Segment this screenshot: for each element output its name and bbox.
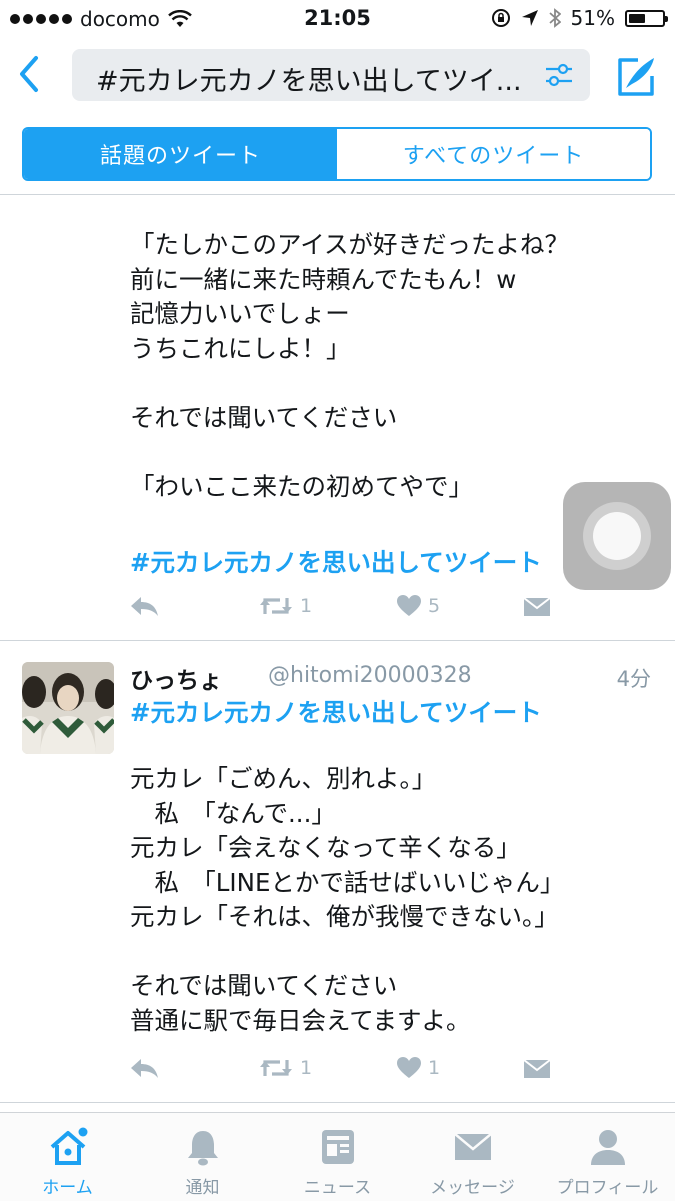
- avatar[interactable]: [22, 662, 114, 754]
- tweet-timestamp: 4分: [616, 667, 651, 691]
- bell-icon: [188, 1131, 218, 1166]
- tweet-actions: 1 5: [128, 594, 558, 626]
- tweet-divider: [0, 1102, 675, 1103]
- location-icon: [521, 10, 538, 26]
- battery-icon: [625, 9, 668, 27]
- tab-label: ニュース: [303, 1178, 372, 1198]
- dm-share-button[interactable]: [523, 1056, 551, 1080]
- tab-news[interactable]: ニュース: [270, 1113, 405, 1201]
- bluetooth-icon: [548, 8, 561, 28]
- retweet-icon: [260, 1060, 292, 1076]
- compose-icon[interactable]: [614, 54, 658, 98]
- tweet-divider: [0, 640, 675, 641]
- person-icon: [591, 1130, 625, 1165]
- reply-icon: [131, 1059, 158, 1078]
- tab-home[interactable]: ホーム: [0, 1113, 135, 1201]
- rotation-lock-icon: [491, 9, 510, 27]
- retweet-button[interactable]: 1: [258, 594, 312, 618]
- news-icon: [322, 1130, 354, 1164]
- like-count: 1: [428, 1057, 441, 1079]
- retweet-count: 1: [300, 1057, 313, 1079]
- envelope-icon: [454, 1133, 492, 1160]
- tab-top-tweets[interactable]: 話題のツイート: [24, 129, 337, 179]
- tab-label: プロフィール: [556, 1178, 659, 1198]
- tweet-body: 元カレ「ごめん、別れよ。」 私 「なんで...」 元カレ「会えなくなって辛くなる…: [130, 764, 565, 1035]
- envelope-icon: [523, 1059, 551, 1078]
- retweet-count: 1: [300, 595, 313, 617]
- tab-label: ホーム: [42, 1178, 93, 1198]
- tweet-author-handle[interactable]: @hitomi20000328: [268, 663, 472, 688]
- tweet-body: 「たしかこのアイスが好きだったよね？ 前に一緒に来た時頼んでたもん！w 記憶力い…: [130, 230, 570, 501]
- like-button[interactable]: 5: [396, 594, 440, 618]
- assistive-touch-button[interactable]: [563, 482, 671, 590]
- tweet-actions: 1 1: [128, 1056, 558, 1088]
- search-header: #元カレ元カノを思い出してツイ...: [0, 40, 675, 110]
- tab-profile[interactable]: プロフィール: [540, 1113, 675, 1201]
- retweet-icon: [260, 598, 292, 614]
- reply-button[interactable]: [128, 594, 160, 618]
- tab-all-tweets[interactable]: すべてのツイート: [337, 129, 650, 179]
- tweet-hashtag-link[interactable]: #元カレ元カノを思い出してツイート: [130, 544, 542, 579]
- tweet-author-name[interactable]: ひっちょ: [130, 661, 222, 695]
- reply-icon: [131, 597, 158, 616]
- dm-share-button[interactable]: [523, 594, 551, 618]
- tweet-hashtag-link[interactable]: #元カレ元カノを思い出してツイート: [130, 694, 542, 729]
- like-button[interactable]: 1: [396, 1056, 440, 1080]
- search-query: #元カレ元カノを思い出してツイ...: [96, 66, 522, 97]
- back-icon[interactable]: [12, 54, 46, 94]
- tab-label: 通知: [185, 1178, 220, 1198]
- tab-label: メッセージ: [430, 1178, 515, 1198]
- reply-button[interactable]: [128, 1056, 160, 1080]
- tab-messages[interactable]: メッセージ: [405, 1113, 540, 1201]
- heart-icon: [397, 1057, 421, 1078]
- status-indicators: 51%: [491, 6, 668, 30]
- header-divider: [0, 194, 675, 195]
- retweet-button[interactable]: 1: [258, 1056, 312, 1080]
- battery-percent: 51%: [570, 6, 615, 30]
- bottom-tab-bar: ホーム 通知 ニュース メッセージ プロフィール: [0, 1112, 675, 1201]
- envelope-icon: [523, 597, 551, 616]
- heart-icon: [397, 595, 421, 616]
- search-input[interactable]: #元カレ元カノを思い出してツイ...: [72, 49, 590, 101]
- tweet-filter-segment: 話題のツイート すべてのツイート: [22, 127, 652, 181]
- filter-icon[interactable]: [544, 62, 574, 88]
- status-bar: docomo 21:05 51%: [0, 0, 675, 38]
- like-count: 5: [428, 595, 441, 617]
- tab-notifications[interactable]: 通知: [135, 1113, 270, 1201]
- home-icon: [50, 1127, 88, 1165]
